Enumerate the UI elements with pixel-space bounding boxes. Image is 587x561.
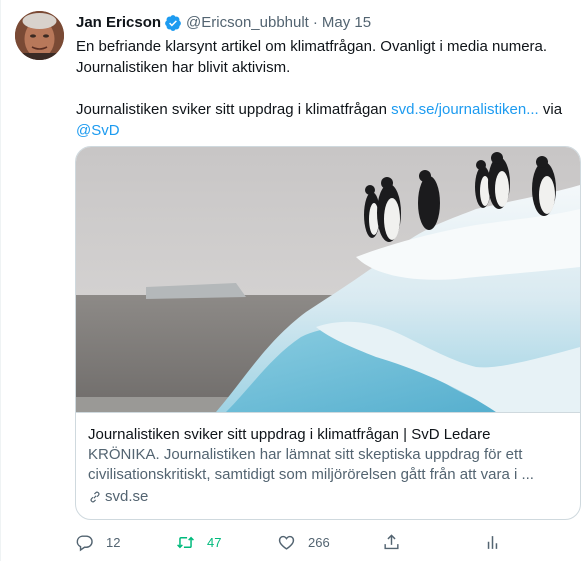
retweet-button[interactable]: 47 (176, 533, 277, 552)
action-bar: 12 47 266 (75, 533, 515, 552)
retweet-count: 47 (207, 535, 222, 550)
tweet-text-prefix: Journalistiken sviker sitt uppdrag i kli… (76, 101, 392, 118)
article-link[interactable]: svd.se/journalistiken... (391, 101, 539, 118)
via-text: via (538, 101, 563, 118)
like-count: 266 (308, 535, 330, 550)
tweet[interactable]: Jan Ericson @Ericson_ubbhult · May 15 En… (0, 0, 587, 561)
analytics-button[interactable] (483, 533, 502, 552)
card-domain: svd.se (88, 487, 568, 507)
link-icon (90, 491, 100, 503)
card-body[interactable]: Journalistiken sviker sitt uppdrag i kli… (76, 412, 580, 507)
reply-button[interactable]: 12 (75, 533, 176, 552)
like-button[interactable]: 266 (277, 533, 382, 552)
reply-icon (76, 535, 93, 552)
verified-badge-icon (164, 14, 182, 32)
tweet-date[interactable]: May 15 (322, 13, 371, 33)
separator-dot: · (312, 14, 318, 31)
analytics-icon (487, 536, 498, 549)
link-card[interactable]: Journalistiken sviker sitt uppdrag i kli… (75, 146, 581, 520)
share-icon (384, 534, 399, 550)
author-handle[interactable]: @Ericson_ubbhult (186, 13, 309, 33)
card-image[interactable] (76, 147, 580, 412)
reply-count: 12 (106, 535, 121, 550)
tweet-header: Jan Ericson @Ericson_ubbhult · May 15 (76, 13, 371, 33)
tweet-text-line-1: En befriande klarsynt artikel om klimatf… (76, 38, 548, 76)
avatar[interactable] (15, 11, 64, 60)
card-title[interactable]: Journalistiken sviker sitt uppdrag i kli… (88, 425, 568, 445)
share-button[interactable] (382, 533, 483, 552)
author-name[interactable]: Jan Ericson (76, 13, 161, 33)
retweet-icon (177, 536, 194, 549)
tweet-text: En befriande klarsynt artikel om klimatf… (76, 36, 576, 141)
tweet-text-line-2: Journalistiken sviker sitt uppdrag i kli… (76, 99, 576, 141)
card-description: KRÖNIKA. Journalistiken har lämnat sitt … (88, 446, 534, 483)
mention-link[interactable]: @SvD (76, 122, 120, 139)
card-domain-text: svd.se (105, 488, 149, 505)
like-icon (278, 535, 295, 550)
